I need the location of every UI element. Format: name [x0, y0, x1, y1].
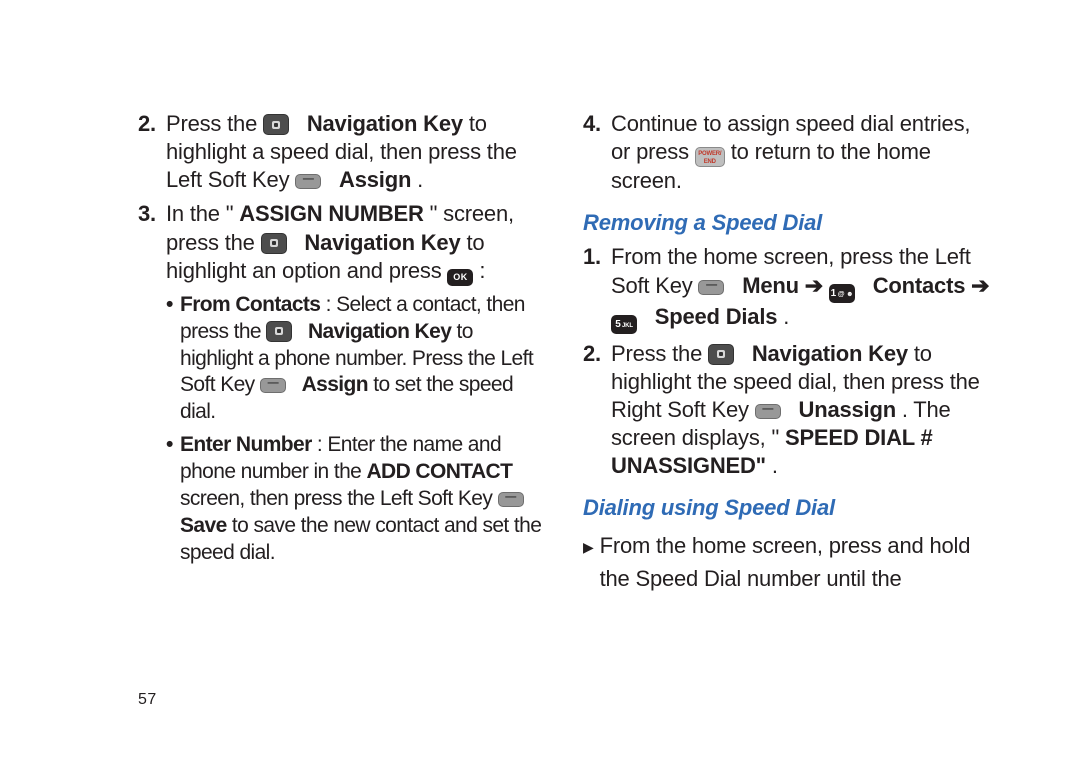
text: . — [772, 453, 778, 478]
step-body: From the home screen, press the Left Sof… — [611, 243, 990, 333]
left-soft-key-icon — [498, 492, 524, 507]
assign-number-label: ASSIGN NUMBER — [239, 201, 423, 226]
step-body: From the home screen, press and hold the… — [600, 529, 990, 595]
left-soft-key-icon — [295, 174, 321, 189]
manual-page: 2. Press the Navigation Key to highlight… — [0, 0, 1080, 771]
right-soft-key-icon — [755, 404, 781, 419]
arrow-icon: ➔ — [971, 273, 989, 298]
removing-speed-dial-heading: Removing a Speed Dial — [583, 209, 990, 237]
two-column-layout: 2. Press the Navigation Key to highlight… — [138, 110, 990, 595]
text: to save the new contact and set the spee… — [180, 514, 541, 564]
from-contacts-label: From Contacts — [180, 293, 320, 316]
text: : — [479, 258, 485, 283]
key-1-icon: 1 @ ☻ — [829, 284, 855, 303]
text: . — [417, 167, 423, 192]
remove-step-1: 1. From the home screen, press the Left … — [583, 243, 990, 333]
right-column: 4. Continue to assign speed dial entries… — [583, 110, 990, 595]
ok-key-icon: OK — [447, 269, 473, 286]
sub-body: Enter Number : Enter the name and phone … — [180, 432, 545, 566]
contacts-label: Contacts — [873, 273, 966, 298]
left-soft-key-icon — [698, 280, 724, 295]
navigation-key-icon — [266, 321, 292, 342]
triangle-bullet-icon: ▶ — [583, 529, 594, 595]
sub-enter-number: • Enter Number : Enter the name and phon… — [166, 432, 545, 566]
step-3: 3. In the " ASSIGN NUMBER " screen, pres… — [138, 200, 545, 566]
navigation-key-label: Navigation Key — [304, 230, 460, 255]
enter-number-label: Enter Number — [180, 433, 312, 456]
navigation-key-label: Navigation Key — [752, 341, 908, 366]
unassign-label: Unassign — [799, 397, 896, 422]
sub-body: From Contacts : Select a contact, then p… — [180, 292, 545, 426]
step-4: 4. Continue to assign speed dial entries… — [583, 110, 990, 195]
text: . — [783, 304, 789, 329]
navigation-key-icon — [708, 344, 734, 365]
step-body: In the " ASSIGN NUMBER " screen, press t… — [166, 200, 545, 566]
remove-step-2: 2. Press the Navigation Key to highlight… — [583, 340, 990, 481]
text: Press the — [166, 111, 263, 136]
navigation-key-icon — [261, 233, 287, 254]
menu-label: Menu — [742, 273, 799, 298]
navigation-key-label: Navigation Key — [308, 320, 451, 343]
step-number: 1. — [583, 243, 611, 333]
left-soft-key-icon — [260, 378, 286, 393]
step-body: Continue to assign speed dial entries, o… — [611, 110, 990, 195]
dial-step: ▶ From the home screen, press and hold t… — [583, 529, 990, 595]
step-number: 2. — [583, 340, 611, 481]
step-number: 2. — [138, 110, 166, 194]
text: In the " — [166, 201, 233, 226]
power-end-key-icon: POWER/END — [695, 147, 725, 167]
step-body: Press the Navigation Key to highlight a … — [166, 110, 545, 194]
save-label: Save — [180, 514, 227, 537]
text: Press the — [611, 341, 708, 366]
navigation-key-icon — [263, 114, 289, 135]
navigation-key-label: Navigation Key — [307, 111, 463, 136]
sub-from-contacts: • From Contacts : Select a contact, then… — [166, 292, 545, 426]
step-body: Press the Navigation Key to highlight th… — [611, 340, 990, 481]
add-contact-label: ADD CONTACT — [366, 460, 512, 483]
step-number: 4. — [583, 110, 611, 195]
bullet: • — [166, 292, 180, 426]
step-2: 2. Press the Navigation Key to highlight… — [138, 110, 545, 194]
step-number: 3. — [138, 200, 166, 566]
assign-label: Assign — [302, 373, 368, 396]
bullet: • — [166, 432, 180, 566]
left-column: 2. Press the Navigation Key to highlight… — [138, 110, 545, 595]
dialing-speed-dial-heading: Dialing using Speed Dial — [583, 494, 990, 522]
arrow-icon: ➔ — [805, 273, 829, 298]
text: screen, then press the Left Soft Key — [180, 487, 498, 510]
speed-dials-label: Speed Dials — [655, 304, 778, 329]
assign-label: Assign — [339, 167, 411, 192]
key-5-icon: 5 JKL — [611, 315, 637, 334]
page-number: 57 — [138, 691, 157, 709]
